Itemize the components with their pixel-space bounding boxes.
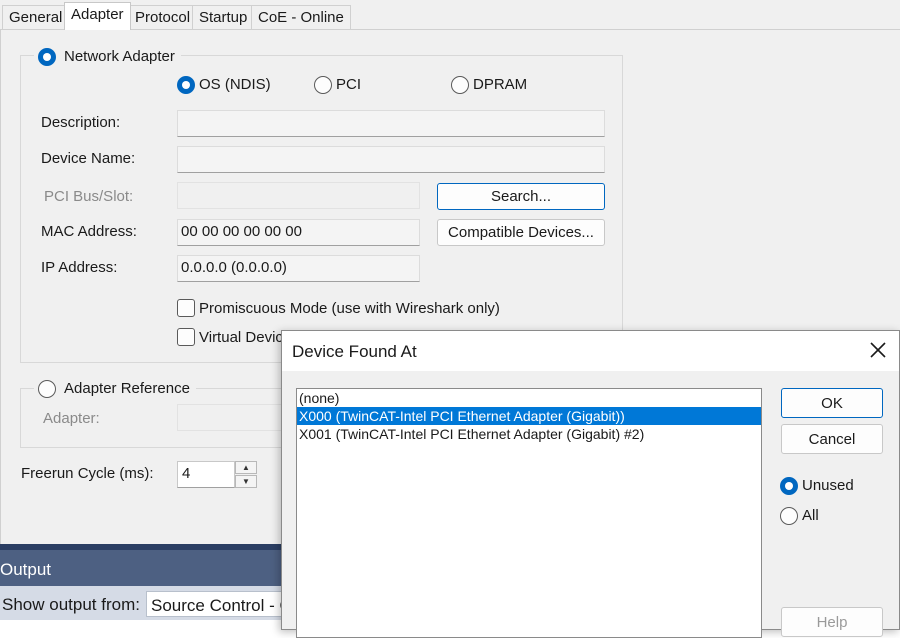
adapter-reference-radio[interactable] [38,380,56,398]
cancel-button[interactable]: Cancel [781,424,883,454]
device-name-field[interactable] [177,146,605,173]
tab-adapter[interactable]: Adapter [64,2,131,30]
freerun-cycle-input[interactable]: 4 [177,461,235,488]
os-ndis-label: OS (NDIS) [199,76,271,93]
output-title: Output [0,560,52,579]
mac-address-label: MAC Address: [41,223,137,240]
tab-general[interactable]: General [2,5,70,29]
all-radio[interactable] [780,507,798,525]
search-button[interactable]: Search... [437,183,605,210]
freerun-cycle-label: Freerun Cycle (ms): [21,465,154,482]
mac-address-field[interactable]: 00 00 00 00 00 00 [177,219,420,246]
dpram-radio[interactable] [451,76,469,94]
all-label: All [802,507,819,524]
device-list-item[interactable]: (none) [297,389,761,407]
device-list-item-selected[interactable]: X000 (TwinCAT-Intel PCI Ethernet Adapter… [297,407,761,425]
ip-address-label: IP Address: [41,259,118,276]
tab-startup[interactable]: Startup [192,5,255,29]
tab-protocol[interactable]: Protocol [128,5,198,29]
dialog-title: Device Found At [292,342,417,361]
adapter-reference-label: Adapter Reference [64,380,190,397]
ip-address-field[interactable]: 0.0.0.0 (0.0.0.0) [177,255,420,282]
pci-bus-slot-field [177,182,420,209]
help-button[interactable]: Help [781,607,883,637]
ok-button[interactable]: OK [781,388,883,418]
compatible-devices-button[interactable]: Compatible Devices... [437,219,605,246]
device-list-item[interactable]: X001 (TwinCAT-Intel PCI Ethernet Adapter… [297,425,761,443]
promiscuous-mode-checkbox[interactable] [177,299,195,317]
os-ndis-radio[interactable] [177,76,195,94]
unused-radio[interactable] [780,477,798,495]
device-found-dialog: Device Found At (none) X000 (TwinCAT-Int… [281,330,900,638]
dpram-label: DPRAM [473,76,528,93]
adapter-label: Adapter: [43,410,100,427]
unused-label: Unused [802,477,854,494]
spin-up-button[interactable]: ▲ [235,461,257,474]
description-label: Description: [41,114,121,131]
device-name-label: Device Name: [41,150,136,167]
description-field[interactable] [177,110,605,137]
pci-label: PCI [336,76,362,93]
pci-radio[interactable] [314,76,332,94]
network-adapter-radio[interactable] [38,48,56,66]
device-list[interactable]: (none) X000 (TwinCAT-Intel PCI Ethernet … [296,388,762,638]
tab-bar: General Adapter Protocol Startup CoE - O… [0,0,900,30]
network-adapter-label: Network Adapter [64,48,175,65]
network-adapter-header: Network Adapter [34,46,181,68]
dialog-title-bar: Device Found At [282,331,899,371]
pci-bus-slot-label: PCI Bus/Slot: [44,188,134,205]
spin-down-button[interactable]: ▼ [235,475,257,488]
tab-coe-online[interactable]: CoE - Online [251,5,351,29]
promiscuous-mode-label: Promiscuous Mode (use with Wireshark onl… [199,300,500,317]
virtual-device-label: Virtual Device [199,329,292,346]
virtual-device-checkbox[interactable] [177,328,195,346]
adapter-reference-header: Adapter Reference [34,378,196,400]
close-icon[interactable] [867,339,889,361]
show-output-from-label: Show output from: [2,595,140,614]
